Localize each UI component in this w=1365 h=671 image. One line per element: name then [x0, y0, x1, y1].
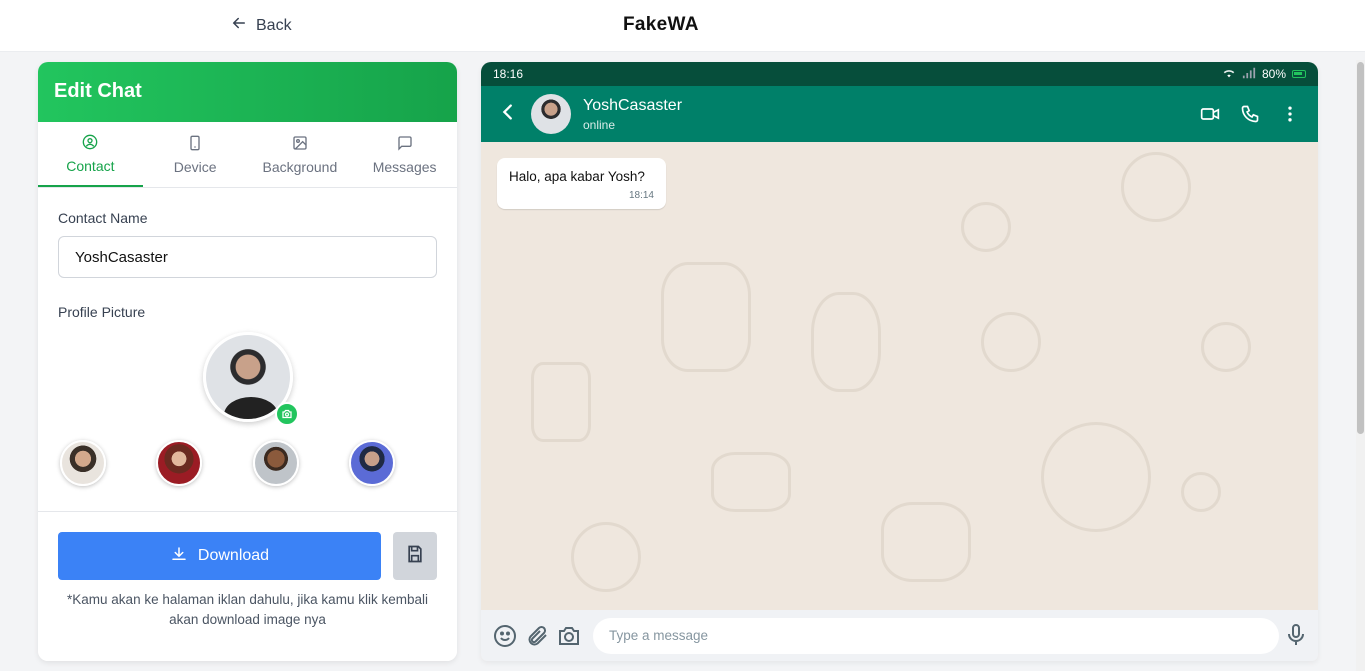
message-bubble[interactable]: Halo, apa kabar Yosh? 18:14 [497, 158, 666, 209]
panel-footer: Download *Kamu akan ke halaman iklan dah… [38, 511, 457, 661]
status-time: 18:16 [493, 67, 524, 81]
top-bar: Back FakeWA [0, 0, 1365, 52]
tab-label: Background [262, 158, 338, 175]
message-square-icon [397, 135, 413, 154]
message-text: Halo, apa kabar Yosh? [509, 169, 645, 184]
tab-label: Device [173, 158, 217, 175]
doodle-decoration [811, 292, 881, 392]
tab-messages[interactable]: Messages [352, 122, 457, 187]
chat-preview: 18:16 80% YoshCasaster online Halo, apa … [481, 62, 1318, 661]
avatar-option[interactable] [348, 440, 395, 486]
download-note: *Kamu akan ke halaman iklan dahulu, jika… [67, 592, 428, 627]
save-button[interactable] [393, 532, 437, 580]
tab-device[interactable]: Device [143, 122, 248, 187]
avatar-option[interactable] [156, 440, 203, 486]
chevron-left-icon[interactable] [497, 101, 519, 128]
chat-header: YoshCasaster online [481, 86, 1318, 142]
profile-picture-preview[interactable] [202, 332, 299, 426]
doodle-decoration [881, 502, 971, 582]
profile-picture-label: Profile Picture [58, 304, 146, 320]
back-label: Back [256, 16, 292, 34]
arrow-left-icon [230, 14, 248, 37]
tab-contact[interactable]: Contact [38, 122, 143, 187]
doodle-decoration [531, 362, 591, 442]
chat-area: Halo, apa kabar Yosh? 18:14 [481, 142, 1318, 612]
page-scrollbar[interactable] [1356, 60, 1365, 671]
wifi-icon [1222, 67, 1236, 82]
tab-background[interactable]: Background [248, 122, 353, 187]
emoji-icon[interactable] [493, 624, 517, 648]
contact-name-input[interactable] [58, 236, 437, 278]
contact-name-label: Contact Name [58, 210, 148, 226]
signal-icon [1242, 67, 1256, 82]
video-call-icon[interactable] [1200, 104, 1220, 129]
tab-label: Contact [66, 157, 115, 174]
chat-contact-status: online [583, 117, 616, 132]
download-label: Download [197, 547, 270, 564]
battery-icon [1292, 70, 1306, 78]
contact-form: Contact Name Profile Picture [38, 188, 457, 486]
doodle-decoration [571, 522, 641, 592]
phone-call-icon[interactable] [1240, 104, 1260, 129]
message-input[interactable]: Type a message [593, 617, 1279, 654]
avatar-options [58, 422, 437, 486]
edit-chat-panel: Edit Chat Contact Device Background Mess… [38, 62, 457, 661]
save-icon [405, 544, 425, 569]
camera-icon[interactable] [557, 624, 581, 648]
download-icon [170, 545, 188, 568]
back-button[interactable]: Back [230, 14, 292, 37]
image-icon [292, 135, 308, 154]
doodle-decoration [661, 262, 751, 372]
download-button[interactable]: Download [58, 532, 381, 580]
avatar-option[interactable] [252, 440, 299, 486]
editor-tabs: Contact Device Background Messages [38, 122, 457, 188]
doodle-decoration [961, 202, 1011, 252]
scrollbar-thumb[interactable] [1357, 62, 1364, 434]
avatar[interactable] [531, 94, 571, 134]
more-vertical-icon[interactable] [1280, 104, 1300, 129]
message-input-bar: Type a message [481, 610, 1318, 661]
message-time: 18:14 [628, 190, 654, 201]
user-circle-icon [82, 134, 98, 153]
doodle-decoration [981, 312, 1041, 372]
panel-title: Edit Chat [38, 62, 457, 122]
doodle-decoration [1121, 152, 1191, 222]
doodle-decoration [1041, 422, 1151, 532]
doodle-decoration [1201, 322, 1251, 372]
doodle-decoration [711, 452, 791, 512]
chat-contact-name: YoshCasaster [583, 96, 683, 114]
microphone-icon[interactable] [1284, 623, 1308, 647]
smartphone-icon [187, 135, 203, 154]
brand-title: FakeWA [623, 14, 699, 35]
battery-level: 80% [1261, 67, 1286, 81]
camera-icon[interactable] [274, 402, 299, 426]
doodle-decoration [1181, 472, 1221, 512]
avatar-option[interactable] [60, 440, 106, 486]
tab-label: Messages [372, 158, 437, 175]
paperclip-icon[interactable] [525, 624, 549, 648]
status-bar: 18:16 80% [481, 62, 1318, 86]
